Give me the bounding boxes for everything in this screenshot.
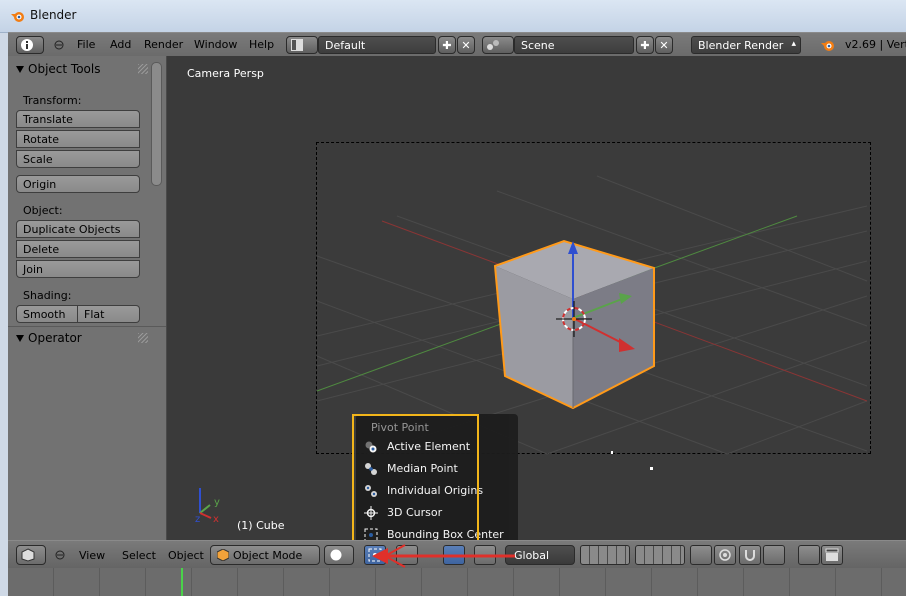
panel-divider xyxy=(8,326,166,327)
menu-select[interactable]: Select xyxy=(122,549,156,562)
axis-label-y: y xyxy=(214,497,220,508)
close-icon: ✕ xyxy=(461,39,471,52)
3d-view-icon xyxy=(21,548,35,562)
snap-element-select[interactable] xyxy=(763,545,785,565)
translate-manipulator-button[interactable] xyxy=(443,545,465,565)
layer-lock-button[interactable] xyxy=(690,545,712,565)
add-screen-button[interactable]: ✚ xyxy=(438,36,456,54)
axis-label-x: x xyxy=(213,514,219,525)
transform-label: Transform: xyxy=(23,94,82,107)
plus-icon: ✚ xyxy=(442,39,452,52)
active-object-label: (1) Cube xyxy=(237,519,285,532)
operator-panel-header[interactable]: Operator xyxy=(16,331,82,345)
rotate-button[interactable]: Rotate xyxy=(16,130,140,148)
axis-gizmo: y x z xyxy=(195,488,220,525)
layout-icon xyxy=(291,39,303,51)
panel-grip-icon[interactable] xyxy=(138,333,148,343)
menu-window[interactable]: Window xyxy=(194,38,237,51)
viewport-shading-select[interactable] xyxy=(324,545,354,565)
scene-render: y x z xyxy=(195,175,868,525)
solid-shading-icon xyxy=(330,549,342,561)
menu-file[interactable]: File xyxy=(77,38,95,51)
menu-render[interactable]: Render xyxy=(144,38,183,51)
scene-field[interactable]: Scene xyxy=(514,36,634,54)
3d-viewport[interactable]: Camera Persp y x z (1) Cube xyxy=(167,56,906,540)
menu-object[interactable]: Object xyxy=(168,549,204,562)
pivot-point-button[interactable] xyxy=(364,545,386,565)
blender-logo-icon xyxy=(821,41,834,51)
menu-help[interactable]: Help xyxy=(249,38,274,51)
version-info: v2.69 | Vert xyxy=(845,38,906,51)
menu-view[interactable]: View xyxy=(79,549,105,562)
timeline-strip[interactable] xyxy=(8,568,906,596)
duplicate-objects-button[interactable]: Duplicate Objects xyxy=(16,220,140,238)
3d-view-header: View Select Object Object Mode Global xyxy=(8,540,906,569)
scene-icon xyxy=(487,40,499,50)
expand-triangle-icon xyxy=(16,66,24,73)
delete-scene-button[interactable]: ✕ xyxy=(655,36,673,54)
tool-shelf: Object Tools Transform: Translate Rotate… xyxy=(8,56,167,540)
snap-toggle-button[interactable] xyxy=(739,545,761,565)
join-button[interactable]: Join xyxy=(16,260,140,278)
translate-button[interactable]: Translate xyxy=(16,110,140,128)
layers-group-2[interactable] xyxy=(635,545,685,565)
opengl-render-button[interactable] xyxy=(798,545,820,565)
delete-button[interactable]: Delete xyxy=(16,240,140,258)
scale-manipulator-button[interactable] xyxy=(474,545,496,565)
expand-triangle-icon xyxy=(16,335,24,342)
delete-screen-button[interactable]: ✕ xyxy=(457,36,475,54)
mode-label: Object Mode xyxy=(233,549,303,562)
magnet-icon xyxy=(745,550,755,561)
render-engine-label: Blender Render xyxy=(698,39,784,52)
collapse-menu-icon[interactable] xyxy=(54,40,64,50)
layers-group-1[interactable] xyxy=(580,545,630,565)
clapperboard-icon xyxy=(825,548,839,561)
panel-grip-icon[interactable] xyxy=(138,64,148,74)
object-label: Object: xyxy=(23,204,63,217)
tool-shelf-scrollbar[interactable] xyxy=(151,62,162,186)
proportional-edit-icon xyxy=(719,549,731,561)
editor-type-button[interactable] xyxy=(16,36,44,54)
screen-layout-selector[interactable] xyxy=(286,36,318,54)
plus-icon: ✚ xyxy=(640,39,650,52)
orientation-label: Global xyxy=(514,549,550,562)
updown-arrows-icon: ▴ xyxy=(791,39,796,49)
current-frame-indicator[interactable] xyxy=(181,568,183,596)
window-title: Blender xyxy=(30,8,77,22)
scene-selector[interactable] xyxy=(482,36,514,54)
transform-orientation-select[interactable]: Global xyxy=(505,545,575,565)
shading-label: Shading: xyxy=(23,289,72,302)
close-icon: ✕ xyxy=(659,39,669,52)
scale-button[interactable]: Scale xyxy=(16,150,140,168)
info-icon xyxy=(21,39,33,51)
mode-select[interactable]: Object Mode xyxy=(210,545,320,565)
panel-title: Operator xyxy=(28,331,82,345)
axis-label-z: z xyxy=(195,514,200,525)
origin-button[interactable]: Origin xyxy=(16,175,140,193)
flat-button[interactable]: Flat xyxy=(78,305,140,323)
object-mode-icon xyxy=(217,549,229,561)
pivot-point-icon xyxy=(368,548,382,562)
object-tools-panel-header[interactable]: Object Tools xyxy=(16,62,100,76)
editor-type-button[interactable] xyxy=(16,545,46,565)
screen-layout-field[interactable]: Default xyxy=(318,36,436,54)
smooth-button[interactable]: Smooth xyxy=(16,305,78,323)
render-engine-select[interactable]: Blender Render ▴ xyxy=(691,36,801,54)
add-scene-button[interactable]: ✚ xyxy=(636,36,654,54)
manipulator-toggle[interactable] xyxy=(396,545,418,565)
panel-title: Object Tools xyxy=(28,62,101,76)
menu-add[interactable]: Add xyxy=(110,38,131,51)
proportional-edit-button[interactable] xyxy=(714,545,736,565)
blender-logo-icon xyxy=(11,12,24,22)
collapse-menu-icon[interactable] xyxy=(55,550,65,560)
window-titlebar: Blender xyxy=(0,0,906,33)
info-header: File Add Render Window Help Default ✚ ✕ … xyxy=(8,32,906,57)
opengl-animation-button[interactable] xyxy=(821,545,843,565)
